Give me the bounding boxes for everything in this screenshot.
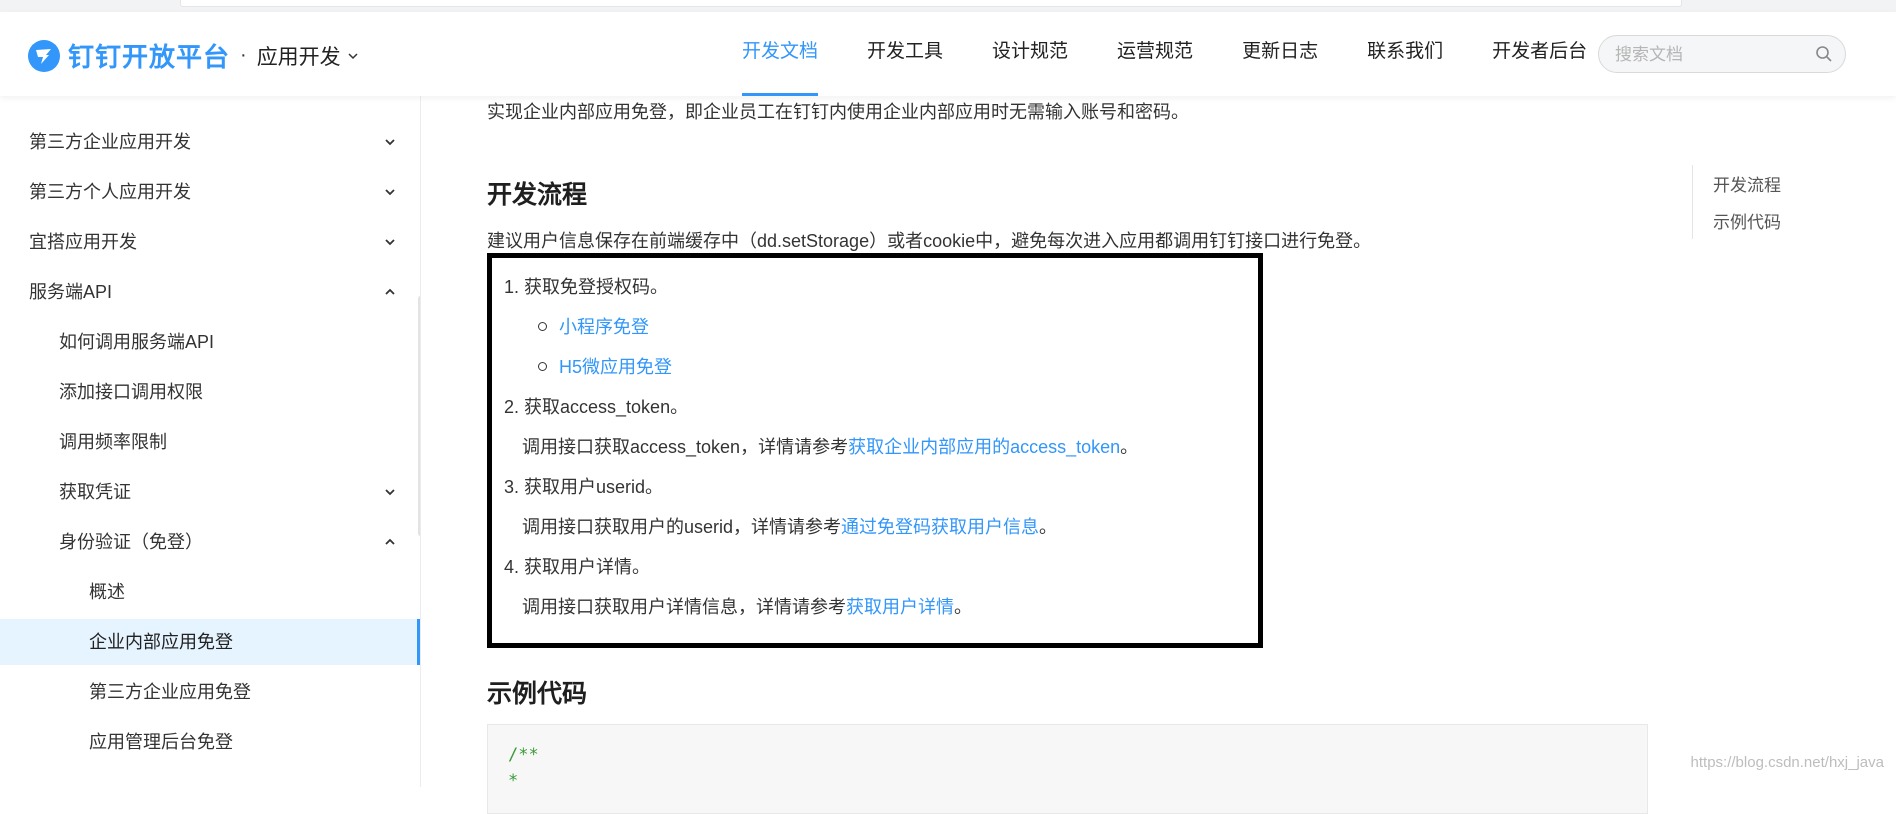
sidebar-item-label: 企业内部应用免登 [89,632,233,652]
sidebar-item-label: 调用频率限制 [59,432,167,452]
nav-dev-docs[interactable]: 开发文档 [742,12,819,96]
chevron-down-icon [348,52,358,59]
nav-dev-tools[interactable]: 开发工具 [867,12,943,96]
browser-tab-strip [180,0,1682,7]
sidebar-item-label: 概述 [89,582,125,602]
link-user-detail[interactable]: 获取用户详情 [846,597,954,617]
search-icon[interactable] [1815,45,1833,63]
sidebar-item-isv-sso[interactable]: 第三方企业应用免登 [0,669,420,715]
chevron-up-icon [385,288,395,295]
sidebar-item-rate-limit[interactable]: 调用频率限制 [0,419,420,465]
watermark: https://blog.csdn.net/hxj_java [1690,754,1884,771]
step-3: 3. 获取用户userid。 [504,477,664,497]
sidebar-item-label: 身份验证（免登） [59,532,203,552]
top-nav: 开发文档 开发工具 设计规范 运营规范 更新日志 联系我们 开发者后台 [742,12,1636,96]
section-title-sample-code: 示例代码 [487,680,588,708]
sidebar-item-server-api[interactable]: 服务端API [0,269,420,315]
sidebar-item-internal-sso[interactable]: 企业内部应用免登 [0,619,420,665]
nav-ops-spec[interactable]: 运营规范 [1117,12,1193,96]
chevron-up-icon [385,538,395,545]
chevron-down-icon [385,189,395,196]
app-dev-label: 应用开发 [256,45,341,69]
nav-changelog[interactable]: 更新日志 [1242,12,1318,96]
step-3-desc: 调用接口获取用户的userid，详情请参考通过免登码获取用户信息。 [522,513,1057,539]
link-access-token[interactable]: 获取企业内部应用的access_token [848,437,1120,457]
sidebar-scrollbar[interactable] [418,296,420,536]
sidebar-item-label: 应用管理后台免登 [89,732,233,752]
sidebar-item-isv-enterprise[interactable]: 第三方企业应用开发 [0,119,420,165]
intro-text: 实现企业内部应用免登，即企业员工在钉钉内使用企业内部应用时无需输入账号和密码。 [487,102,1189,122]
step-4-desc-text: 调用接口获取用户详情信息，详情请参考 [522,597,846,617]
link-get-userinfo[interactable]: 通过免登码获取用户信息 [841,517,1039,537]
sidebar-item-yida[interactable]: 宜搭应用开发 [0,219,420,265]
table-of-contents: 开发流程 示例代码 [1692,165,1853,239]
toc-item-sample-code[interactable]: 示例代码 [1713,208,1781,233]
nav-dev-console[interactable]: 开发者后台 [1492,12,1587,96]
site-header: 钉钉开放平台 · 应用开发 开发文档 开发工具 设计规范 运营规范 更新日志 联… [0,12,1896,96]
logo-separator: · [240,44,247,66]
sidebar-item-overview[interactable]: 概述 [0,569,420,615]
step-1-sub-2: H5微应用免登 [538,353,672,379]
sidebar-item-how-to-call[interactable]: 如何调用服务端API [0,319,420,365]
period: 。 [954,597,972,617]
step-4-desc: 调用接口获取用户详情信息，详情请参考获取用户详情。 [522,593,972,619]
sidebar-item-label: 宜搭应用开发 [29,232,137,252]
dingtalk-logo-icon [28,39,60,72]
sidebar: 第三方企业应用开发 第三方个人应用开发 宜搭应用开发 服务端API 如何调用服务… [0,96,421,787]
section-title-dev-flow: 开发流程 [487,181,588,209]
step-4: 4. 获取用户详情。 [504,557,651,577]
app-dev-dropdown[interactable]: 应用开发 [257,41,359,71]
code-line: * [508,771,519,791]
chevron-down-icon [385,489,395,496]
section-desc: 建议用户信息保存在前端缓存中（dd.setStorage）或者cookie中，避… [487,231,1372,251]
step-2-desc-text: 调用接口获取access_token，详情请参考 [522,437,849,457]
chevron-down-icon [385,139,395,146]
sidebar-item-admin-sso[interactable]: 应用管理后台免登 [0,719,420,765]
period: 。 [1039,517,1058,537]
logo[interactable]: 钉钉开放平台 · 应用开发 [28,37,359,74]
sidebar-item-add-permission[interactable]: 添加接口调用权限 [0,369,420,415]
step-1-sub-1: 小程序免登 [538,313,649,339]
step-1: 1. 获取免登授权码。 [504,277,669,297]
toc-item-dev-flow[interactable]: 开发流程 [1713,171,1781,196]
chevron-down-icon [385,239,395,246]
search-input[interactable] [1613,44,1817,66]
sidebar-item-isv-personal[interactable]: 第三方个人应用开发 [0,169,420,215]
sidebar-item-label: 添加接口调用权限 [59,382,203,402]
step-2-desc: 调用接口获取access_token，详情请参考获取企业内部应用的access_… [522,433,1138,459]
code-line: /** [508,745,539,765]
link-h5-sso[interactable]: H5微应用免登 [559,357,672,377]
nav-design-spec[interactable]: 设计规范 [992,12,1068,96]
link-miniapp-sso[interactable]: 小程序免登 [559,317,649,337]
code-block[interactable]: /** * [487,724,1648,814]
sidebar-item-label: 第三方企业应用免登 [89,682,251,702]
highlight-box: 1. 获取免登授权码。 小程序免登 H5微应用免登 2. 获取access_to… [487,253,1263,648]
sidebar-item-label: 第三方个人应用开发 [29,182,191,202]
sidebar-item-credentials[interactable]: 获取凭证 [0,469,420,515]
step-2: 2. 获取access_token。 [504,397,689,417]
sidebar-item-label: 获取凭证 [59,482,131,502]
sidebar-item-label: 如何调用服务端API [59,332,215,352]
bullet-circle [538,361,547,371]
period: 。 [1120,437,1139,457]
sidebar-item-auth[interactable]: 身份验证（免登） [0,519,420,565]
step-3-desc-text: 调用接口获取用户的userid，详情请参考 [522,517,842,537]
search-box[interactable] [1598,35,1846,73]
sidebar-item-label: 第三方企业应用开发 [29,132,191,152]
sidebar-item-label: 服务端API [29,282,113,302]
logo-text: 钉钉开放平台 [68,42,231,72]
bullet-circle [538,321,547,331]
nav-contact[interactable]: 联系我们 [1367,12,1443,96]
